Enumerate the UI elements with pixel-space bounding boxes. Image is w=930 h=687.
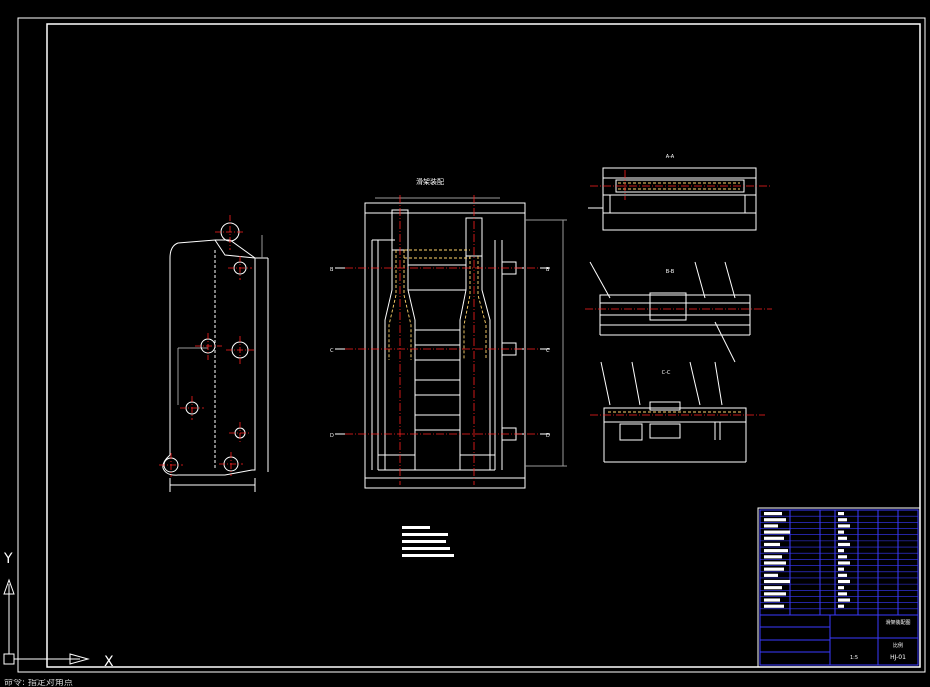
parts-row-entry	[764, 555, 782, 559]
section-label-c-right: C	[546, 348, 550, 354]
ucs-icon	[3, 578, 90, 665]
section-label-d-right: D	[546, 433, 550, 439]
parts-row-qty	[838, 524, 850, 528]
ucs-y-label: Y	[3, 551, 13, 567]
drawing-frame	[17, 17, 926, 673]
parts-row-entry	[764, 518, 786, 522]
section-a-view	[588, 167, 757, 231]
command-line-text: 命令: 指定对角点	[4, 679, 73, 687]
parts-row-qty	[838, 573, 847, 577]
parts-row-entry	[764, 598, 780, 602]
parts-row-entry	[764, 524, 778, 528]
parts-row-qty	[838, 561, 850, 565]
parts-row-qty	[838, 530, 844, 534]
section-label-c-left: C	[330, 348, 334, 354]
parts-row-entry	[764, 530, 790, 534]
parts-row-qty	[838, 592, 847, 596]
parts-row-entry	[764, 604, 784, 608]
parts-row-qty	[838, 555, 847, 559]
title-drawing-no: HJ-01	[890, 654, 906, 661]
section-b-view	[589, 261, 751, 363]
parts-row-qty	[838, 586, 844, 590]
section-a-title: A-A	[666, 154, 675, 160]
technical-notes	[402, 526, 454, 557]
title-scale-label: 比例	[893, 642, 903, 649]
parts-row-entry	[764, 586, 782, 590]
parts-row-entry	[764, 542, 780, 547]
section-c-title: C-C	[662, 370, 671, 376]
section-label-b-left: B	[330, 267, 334, 273]
title-scale-value: 1:5	[850, 655, 858, 661]
parts-row-entry	[764, 567, 784, 571]
section-cut-markers	[335, 267, 550, 435]
section-b-title: B-B	[666, 269, 675, 275]
main-view-centerlines	[345, 195, 540, 485]
parts-row-qty	[838, 567, 844, 571]
section-cut-labels: B B C C D D	[330, 267, 550, 439]
drawing-canvas[interactable]: 滑架装配 B B C C D D A-A B-B C-C 滑架装配图 比例 HJ…	[0, 0, 930, 687]
parts-row-entry	[764, 592, 786, 596]
parts-row-qty	[838, 549, 844, 553]
parts-row-qty	[838, 604, 844, 608]
parts-row-qty	[838, 579, 850, 584]
title-drawing-name: 滑架装配图	[885, 619, 910, 626]
parts-row-entry	[764, 561, 786, 565]
parts-row-entry	[764, 536, 784, 540]
parts-row-entry	[764, 573, 778, 577]
main-view-hidden-lines	[388, 249, 487, 360]
parts-row-qty	[838, 518, 847, 522]
main-view-title: 滑架装配	[416, 177, 444, 186]
parts-row-entry	[764, 549, 788, 553]
parts-row-entry	[764, 512, 782, 516]
ucs-x-label: X	[104, 654, 114, 670]
main-view	[364, 197, 567, 489]
section-label-d-left: D	[330, 433, 334, 439]
parts-list-entries	[764, 512, 850, 608]
parts-row-qty	[838, 598, 850, 602]
side-view	[162, 222, 269, 492]
parts-row-entry	[764, 579, 790, 584]
parts-row-qty	[838, 512, 844, 516]
section-label-b-right: B	[546, 267, 550, 273]
parts-row-qty	[838, 542, 850, 547]
parts-row-qty	[838, 536, 847, 540]
command-line[interactable]: 命令: 指定对角点	[0, 679, 930, 687]
